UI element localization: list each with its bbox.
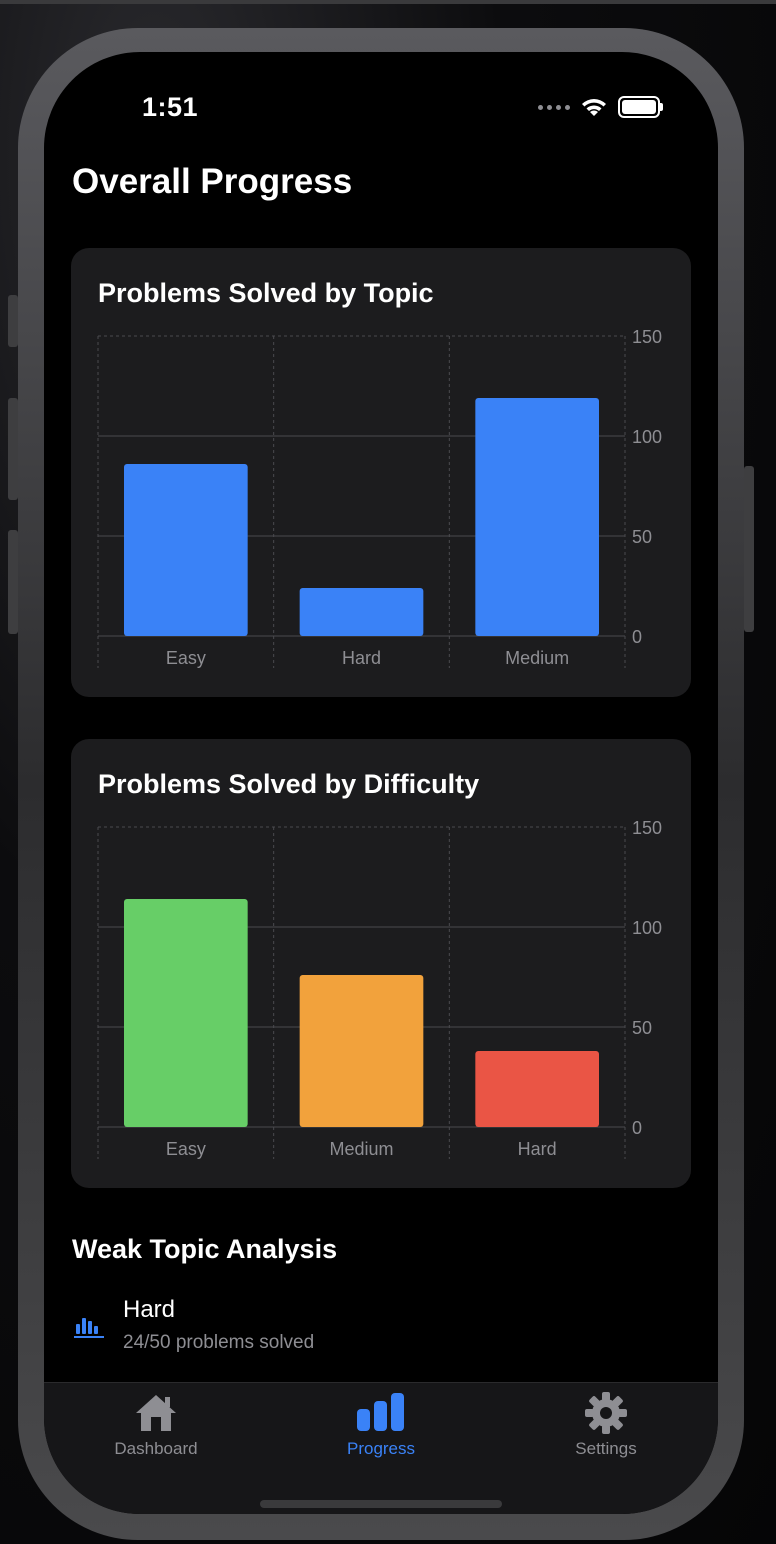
volume-up-button (8, 398, 18, 500)
tab-settings[interactable]: Settings (531, 1391, 681, 1471)
topic-chart-card: Problems Solved by Topic 0 50 100 150 Easy Ha… (71, 248, 691, 697)
weak-topic-section-title: Weak Topic Analysis (72, 1234, 338, 1264)
chart-bar-icon (74, 1318, 104, 1338)
chart-bar-hard[interactable] (475, 1051, 599, 1127)
x-category-label: Easy (166, 1139, 206, 1159)
y-tick-label: 100 (632, 427, 662, 447)
battery-icon (618, 96, 663, 118)
x-category-label: Easy (166, 648, 206, 668)
window-top-edge (0, 0, 776, 4)
y-tick-label: 150 (632, 327, 662, 347)
y-tick-label: 100 (632, 918, 662, 938)
tab-progress-label: Progress (346, 1439, 416, 1458)
y-tick-label: 50 (632, 527, 652, 547)
weak-topic-item[interactable]: Hard 24/50 problems solved (72, 1294, 672, 1364)
difficulty-chart-card: Problems Solved by Difficulty 0 50 100 150 E… (71, 739, 691, 1188)
x-category-label: Hard (342, 648, 381, 668)
x-category-label: Hard (518, 1139, 557, 1159)
chart-bar-medium[interactable] (475, 398, 599, 636)
chart-bar-medium[interactable] (299, 975, 424, 1127)
house-icon (136, 1395, 176, 1431)
x-category-label: Medium (329, 1139, 393, 1159)
status-bar: 1:51 (44, 52, 718, 162)
home-indicator (260, 1500, 502, 1508)
page-title: Overall Progress (72, 162, 353, 201)
tab-dashboard-label: Dashboard (114, 1439, 198, 1458)
tab-dashboard[interactable]: Dashboard (81, 1391, 231, 1471)
gear-icon (585, 1392, 627, 1434)
power-button (744, 466, 754, 632)
wifi-icon (582, 99, 606, 116)
y-tick-label: 0 (632, 627, 642, 647)
x-category-label: Medium (505, 648, 569, 668)
mute-switch (8, 295, 18, 347)
chart-bar-hard[interactable] (299, 588, 424, 636)
tab-settings-label: Settings (575, 1439, 637, 1458)
chart-bar-icon (357, 1393, 404, 1431)
y-tick-label: 0 (632, 1118, 642, 1138)
weak-topic-detail: 24/50 problems solved (123, 1332, 315, 1353)
difficulty-bar-chart: 0 50 100 150 Easy Medium Hard (97, 818, 662, 1159)
chart-bar-easy[interactable] (124, 899, 248, 1127)
y-tick-label: 150 (632, 818, 662, 838)
chart-bar-easy[interactable] (124, 464, 248, 636)
y-tick-label: 50 (632, 1018, 652, 1038)
app-screen: 1:51 Overall Progress Problems Solved by… (44, 52, 718, 1514)
cellular-signal-icon (538, 104, 570, 110)
topic-bar-chart: 0 50 100 150 Easy Hard Medium (97, 327, 662, 668)
volume-down-button (8, 530, 18, 634)
weak-topic-name: Hard (123, 1296, 176, 1323)
tab-bar: Dashboard Progress Settings (44, 1382, 718, 1514)
status-time: 1:51 (142, 92, 199, 122)
tab-progress[interactable]: Progress (306, 1391, 456, 1471)
status-icons (538, 96, 663, 118)
